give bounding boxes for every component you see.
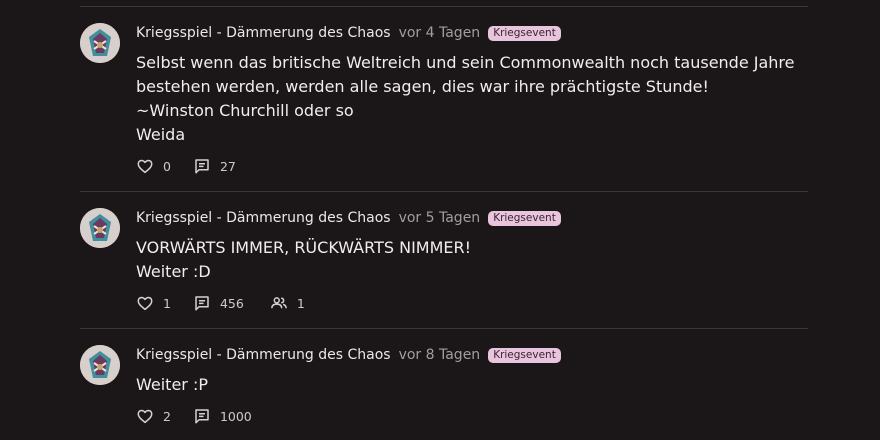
comment-icon: [193, 157, 211, 175]
post-text-line: VORWÄRTS IMMER, RÜCKWÄRTS NIMMER!: [136, 238, 472, 257]
like-button[interactable]: 2: [136, 407, 171, 425]
post-text-line: Selbst wenn das britische Weltreich und …: [136, 53, 795, 72]
post-text-line: bestehen werden, werden alle sagen, dies…: [136, 77, 709, 96]
post-text-line: Weiter :D: [136, 262, 211, 281]
divider: [80, 191, 808, 192]
comment-count: 456: [219, 295, 244, 311]
post-text-line: Weida: [136, 125, 186, 144]
post-item[interactable]: Kriegsspiel - Dämmerung des Chaos vor 8 …: [80, 345, 808, 435]
comment-icon: [193, 294, 211, 312]
like-count: 1: [163, 295, 171, 311]
participant-count: 1: [296, 295, 305, 311]
comment-count: 1000: [219, 408, 252, 424]
comment-count: 27: [219, 158, 236, 174]
comment-button[interactable]: 1000: [193, 407, 252, 425]
post-author[interactable]: Kriegsspiel - Dämmerung des Chaos: [136, 347, 391, 363]
post-author[interactable]: Kriegsspiel - Dämmerung des Chaos: [136, 25, 391, 41]
group-avatar[interactable]: [80, 208, 120, 248]
event-badge: Kriegsevent: [488, 210, 561, 226]
group-avatar[interactable]: [80, 23, 120, 63]
post-text-line: ~Winston Churchill oder so: [136, 101, 354, 120]
post-timestamp[interactable]: vor 5 Tagen: [399, 210, 481, 226]
like-count: 0: [163, 158, 171, 174]
divider: [80, 328, 808, 329]
divider: [80, 6, 808, 7]
people-icon: [270, 294, 288, 312]
like-button[interactable]: 1: [136, 294, 171, 312]
comment-icon: [193, 407, 211, 425]
heart-icon: [136, 157, 154, 175]
participants-button[interactable]: 1: [270, 294, 305, 312]
post-item[interactable]: Kriegsspiel - Dämmerung des Chaos vor 4 …: [80, 23, 808, 183]
group-avatar[interactable]: [80, 345, 120, 385]
event-badge: Kriegsevent: [488, 25, 561, 41]
post-text: Weiter :P: [136, 373, 796, 397]
post-timestamp[interactable]: vor 4 Tagen: [399, 25, 481, 41]
post-text-line: Weiter :P: [136, 375, 208, 394]
event-badge: Kriegsevent: [488, 347, 561, 363]
heart-icon: [136, 294, 154, 312]
like-count: 2: [163, 408, 171, 424]
post-item[interactable]: Kriegsspiel - Dämmerung des Chaos vor 5 …: [80, 208, 808, 320]
post-text: Selbst wenn das britische Weltreich und …: [136, 51, 796, 147]
heart-icon: [136, 407, 154, 425]
post-text: VORWÄRTS IMMER, RÜCKWÄRTS NIMMER! Weiter…: [136, 236, 796, 284]
like-button[interactable]: 0: [136, 157, 171, 175]
post-timestamp[interactable]: vor 8 Tagen: [399, 347, 481, 363]
post-author[interactable]: Kriegsspiel - Dämmerung des Chaos: [136, 210, 391, 226]
comment-button[interactable]: 456: [193, 294, 244, 312]
comment-button[interactable]: 27: [193, 157, 236, 175]
